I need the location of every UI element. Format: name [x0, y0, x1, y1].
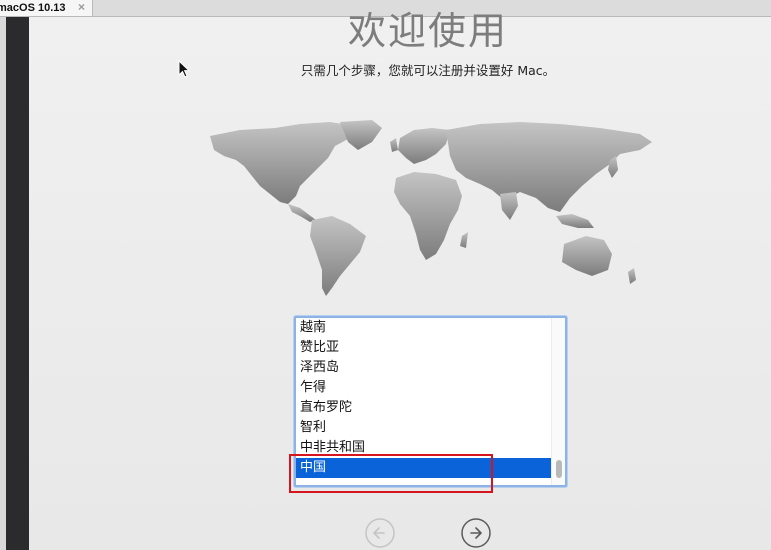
- list-item[interactable]: 直布罗陀: [296, 398, 551, 418]
- back-arrow-icon[interactable]: [364, 517, 396, 549]
- list-scrollbar[interactable]: [551, 318, 565, 485]
- list-item[interactable]: 赞比亚: [296, 338, 551, 358]
- annotation-highlight-box: [289, 454, 493, 493]
- world-map-image: [210, 120, 652, 296]
- list-item[interactable]: 泽西岛: [296, 358, 551, 378]
- list-item[interactable]: 乍得: [296, 378, 551, 398]
- list-item[interactable]: 智利: [296, 418, 551, 438]
- forward-arrow-icon[interactable]: [460, 517, 492, 549]
- scrollbar-thumb[interactable]: [556, 460, 562, 478]
- vm-left-edge: [0, 17, 6, 550]
- page-title: 欢迎使用: [347, 9, 508, 53]
- list-item[interactable]: 越南: [296, 318, 551, 338]
- mouse-pointer-icon: [178, 60, 190, 78]
- page-subtitle: 只需几个步骤，您就可以注册并设置好 Mac。: [300, 63, 556, 78]
